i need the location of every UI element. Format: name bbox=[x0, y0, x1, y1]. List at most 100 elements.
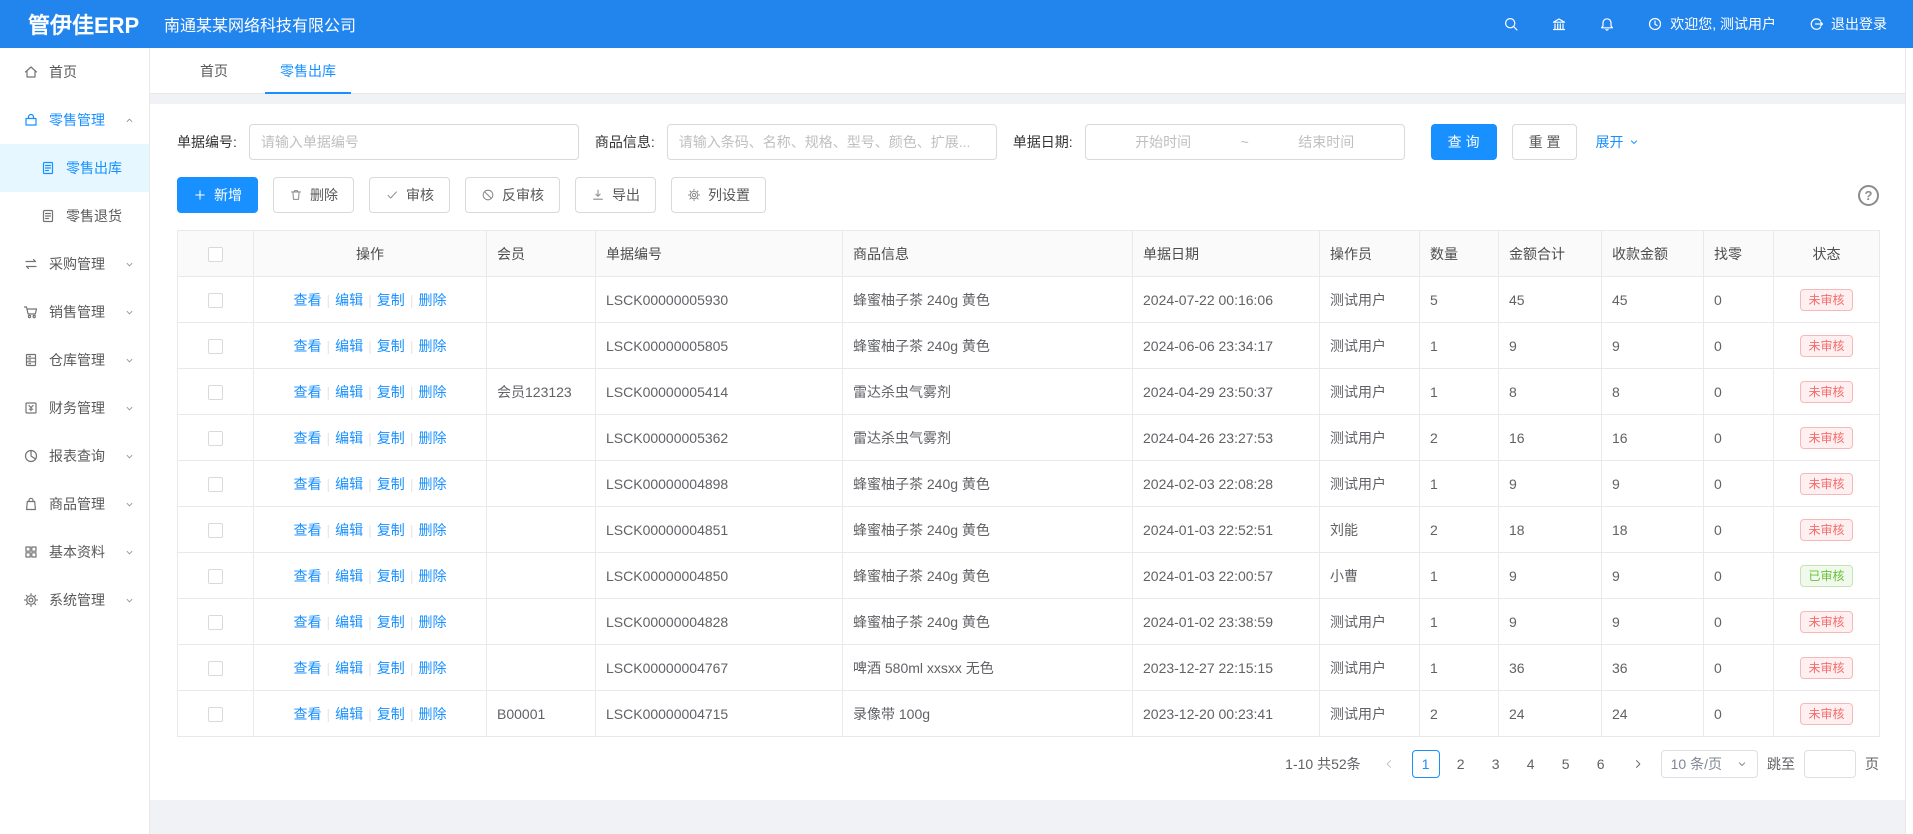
scrollbar-track[interactable] bbox=[1905, 48, 1913, 834]
page-button-4[interactable]: 4 bbox=[1517, 750, 1545, 778]
page-size-select[interactable]: 10 条/页 bbox=[1661, 750, 1758, 778]
jump-page-input[interactable] bbox=[1804, 750, 1856, 778]
edit-link[interactable]: 编辑 bbox=[335, 292, 363, 308]
sidebar-item-warehouse[interactable]: 仓库管理 bbox=[0, 336, 149, 384]
copy-link[interactable]: 复制 bbox=[377, 292, 405, 308]
expand-toggle[interactable]: 展开 bbox=[1595, 132, 1640, 152]
tab-home[interactable]: 首页 bbox=[195, 48, 233, 93]
column-settings-button[interactable]: 列设置 bbox=[671, 177, 766, 213]
row-checkbox[interactable] bbox=[208, 523, 223, 538]
help-icon[interactable]: ? bbox=[1858, 185, 1879, 206]
view-link[interactable]: 查看 bbox=[294, 568, 322, 584]
row-checkbox[interactable] bbox=[208, 385, 223, 400]
page-button-6[interactable]: 6 bbox=[1587, 750, 1615, 778]
logout-button[interactable]: 退出登录 bbox=[1808, 14, 1887, 34]
end-date-placeholder[interactable]: 结束时间 bbox=[1298, 132, 1354, 152]
edit-link[interactable]: 编辑 bbox=[335, 384, 363, 400]
add-button[interactable]: 新增 bbox=[177, 177, 258, 213]
sidebar-item-home[interactable]: 首页 bbox=[0, 48, 149, 96]
view-link[interactable]: 查看 bbox=[294, 338, 322, 354]
delete-link[interactable]: 删除 bbox=[418, 522, 446, 538]
copy-link[interactable]: 复制 bbox=[377, 660, 405, 676]
row-checkbox[interactable] bbox=[208, 569, 223, 584]
delete-link[interactable]: 删除 bbox=[418, 706, 446, 722]
row-checkbox[interactable] bbox=[208, 661, 223, 676]
cell-operator: 测试用户 bbox=[1320, 645, 1420, 691]
row-checkbox[interactable] bbox=[208, 615, 223, 630]
view-link[interactable]: 查看 bbox=[294, 522, 322, 538]
platform-bank-icon[interactable] bbox=[1551, 16, 1567, 32]
delete-link[interactable]: 删除 bbox=[418, 568, 446, 584]
sidebar-item-retail-return[interactable]: 零售退货 bbox=[0, 192, 149, 240]
view-link[interactable]: 查看 bbox=[294, 476, 322, 492]
next-page-button[interactable] bbox=[1624, 750, 1652, 778]
search-icon[interactable] bbox=[1503, 16, 1519, 32]
audit-button[interactable]: 审核 bbox=[369, 177, 450, 213]
row-checkbox[interactable] bbox=[208, 339, 223, 354]
view-link[interactable]: 查看 bbox=[294, 292, 322, 308]
edit-link[interactable]: 编辑 bbox=[335, 476, 363, 492]
copy-link[interactable]: 复制 bbox=[377, 430, 405, 446]
delete-link[interactable]: 删除 bbox=[418, 614, 446, 630]
edit-link[interactable]: 编辑 bbox=[335, 614, 363, 630]
view-link[interactable]: 查看 bbox=[294, 430, 322, 446]
page-button-3[interactable]: 3 bbox=[1482, 750, 1510, 778]
tab-retail-outbound[interactable]: 零售出库 bbox=[275, 48, 341, 93]
edit-link[interactable]: 编辑 bbox=[335, 568, 363, 584]
order-no-input[interactable] bbox=[249, 124, 579, 160]
select-all-checkbox[interactable] bbox=[208, 247, 223, 262]
delete-link[interactable]: 删除 bbox=[418, 660, 446, 676]
edit-link[interactable]: 编辑 bbox=[335, 660, 363, 676]
row-checkbox[interactable] bbox=[208, 707, 223, 722]
sidebar-item-retail-outbound[interactable]: 零售出库 bbox=[0, 144, 149, 192]
delete-link[interactable]: 删除 bbox=[418, 384, 446, 400]
start-date-placeholder[interactable]: 开始时间 bbox=[1135, 132, 1191, 152]
search-button[interactable]: 查 询 bbox=[1431, 124, 1497, 160]
view-link[interactable]: 查看 bbox=[294, 614, 322, 630]
copy-link[interactable]: 复制 bbox=[377, 706, 405, 722]
product-info-input[interactable] bbox=[667, 124, 997, 160]
page-button-5[interactable]: 5 bbox=[1552, 750, 1580, 778]
date-range-picker[interactable]: 开始时间 ~ 结束时间 bbox=[1085, 124, 1405, 160]
prev-page-button[interactable] bbox=[1375, 750, 1403, 778]
user-welcome[interactable]: 欢迎您, 测试用户 bbox=[1647, 14, 1776, 34]
app-logo[interactable]: 管伊佳ERP bbox=[0, 8, 152, 40]
sidebar-item-system[interactable]: 系统管理 bbox=[0, 576, 149, 624]
sidebar-item-report[interactable]: 报表查询 bbox=[0, 432, 149, 480]
sidebar-item-sales[interactable]: 销售管理 bbox=[0, 288, 149, 336]
row-checkbox[interactable] bbox=[208, 477, 223, 492]
copy-link[interactable]: 复制 bbox=[377, 338, 405, 354]
copy-link[interactable]: 复制 bbox=[377, 522, 405, 538]
delete-link[interactable]: 删除 bbox=[418, 338, 446, 354]
copy-link[interactable]: 复制 bbox=[377, 568, 405, 584]
row-checkbox[interactable] bbox=[208, 293, 223, 308]
sidebar-item-finance[interactable]: 财务管理 bbox=[0, 384, 149, 432]
view-link[interactable]: 查看 bbox=[294, 660, 322, 676]
reset-button[interactable]: 重 置 bbox=[1512, 124, 1578, 160]
edit-link[interactable]: 编辑 bbox=[335, 522, 363, 538]
delete-link[interactable]: 删除 bbox=[418, 476, 446, 492]
delete-link[interactable]: 删除 bbox=[418, 292, 446, 308]
edit-link[interactable]: 编辑 bbox=[335, 338, 363, 354]
delete-button[interactable]: 删除 bbox=[273, 177, 354, 213]
chevron-down-icon bbox=[124, 595, 135, 606]
sidebar-item-purchase[interactable]: 采购管理 bbox=[0, 240, 149, 288]
sidebar-item-basic-data[interactable]: 基本资料 bbox=[0, 528, 149, 576]
sidebar-item-product[interactable]: 商品管理 bbox=[0, 480, 149, 528]
page-button-1[interactable]: 1 bbox=[1412, 750, 1440, 778]
view-link[interactable]: 查看 bbox=[294, 384, 322, 400]
page-button-2[interactable]: 2 bbox=[1447, 750, 1475, 778]
sidebar-item-retail[interactable]: 零售管理 bbox=[0, 96, 149, 144]
notification-bell-icon[interactable] bbox=[1599, 16, 1615, 32]
copy-link[interactable]: 复制 bbox=[377, 614, 405, 630]
copy-link[interactable]: 复制 bbox=[377, 476, 405, 492]
column-header: 操作员 bbox=[1320, 231, 1420, 277]
view-link[interactable]: 查看 bbox=[294, 706, 322, 722]
unaudit-button[interactable]: 反审核 bbox=[465, 177, 560, 213]
row-checkbox[interactable] bbox=[208, 431, 223, 446]
copy-link[interactable]: 复制 bbox=[377, 384, 405, 400]
edit-link[interactable]: 编辑 bbox=[335, 706, 363, 722]
export-button[interactable]: 导出 bbox=[575, 177, 656, 213]
edit-link[interactable]: 编辑 bbox=[335, 430, 363, 446]
delete-link[interactable]: 删除 bbox=[418, 430, 446, 446]
